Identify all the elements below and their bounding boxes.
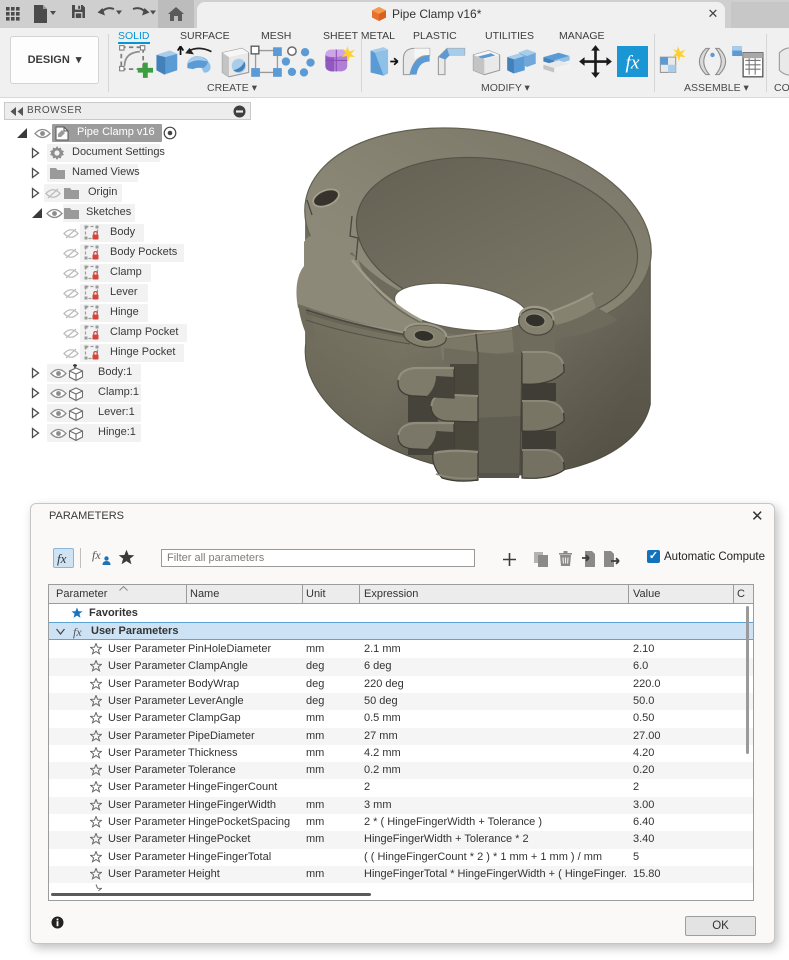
- svg-text:fx: fx: [626, 52, 640, 73]
